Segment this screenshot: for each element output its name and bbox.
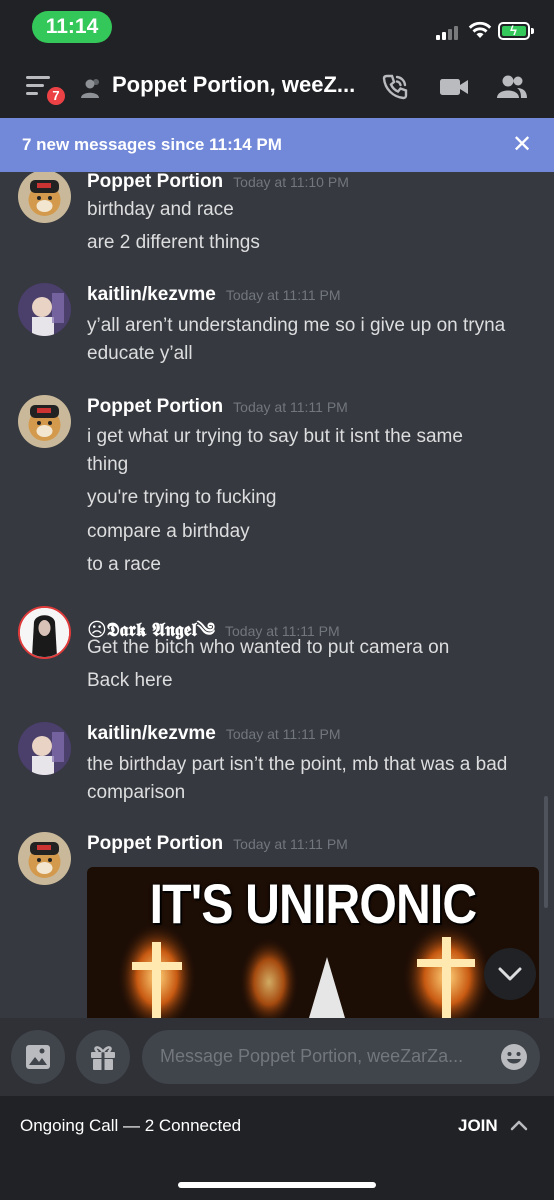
message-input-placeholder: Message Poppet Portion, weeZarZa... [160,1046,464,1066]
composer: Message Poppet Portion, weeZarZa... [0,1018,554,1096]
channel-header: 7 Poppet Portion, weeZ... [0,56,554,118]
video-call-icon[interactable] [438,72,470,102]
message-text: thing [87,454,129,475]
avatar[interactable] [18,395,71,448]
call-status: Ongoing Call — 2 Connected [20,1116,242,1135]
message-text: Get the bitch who wanted to put camera o… [87,637,450,658]
message-author[interactable]: Poppet Portion Today at 11:11 PM [87,833,348,855]
status-bar: 11:14 ϟ [0,0,554,56]
scrollbar[interactable] [544,796,548,908]
new-messages-text: 7 new messages since 11:14 PM [22,135,282,154]
message-list[interactable]: Poppet Portion Today at 11:10 PM birthday… [0,172,554,1018]
message-timestamp: Today at 11:11 PM [225,287,341,303]
join-call-button[interactable]: JOIN [458,1116,498,1136]
message-text: are 2 different things [87,232,260,253]
avatar[interactable] [18,832,71,885]
message-author[interactable]: Poppet Portion Today at 11:11 PM [87,396,348,418]
message-author[interactable]: kaitlin/kezvme Today at 11:11 PM [87,284,341,306]
cellular-signal-icon [436,24,462,40]
chevron-down-icon [498,967,522,981]
chevron-up-icon[interactable] [510,1118,528,1132]
message-timestamp: Today at 11:11 PM [233,399,348,415]
message-timestamp: Today at 11:11 PM [225,726,341,742]
avatar[interactable] [18,606,71,659]
message-author[interactable]: Poppet Portion Today at 11:10 PM [87,172,349,193]
message-text: to a race [87,554,161,575]
message-text: comparison [87,782,186,803]
avatar[interactable] [18,172,71,223]
image-caption: IT'S UNIRONIC [149,872,478,935]
close-icon[interactable]: ✕ [512,130,532,159]
gift-icon [91,1046,115,1070]
emoji-icon[interactable] [500,1043,528,1071]
channel-title: Poppet Portion, weeZ... [112,72,356,97]
message-text: you're trying to fucking [87,487,277,508]
message-timestamp: Today at 11:11 PM [233,836,348,852]
members-icon[interactable] [496,72,528,102]
unread-badge: 7 [44,84,68,108]
attach-image-button[interactable] [11,1030,65,1084]
message-input[interactable]: Message Poppet Portion, weeZarZa... [142,1030,540,1084]
image-icon [26,1045,50,1069]
message-text: y’all aren’t understanding me so i give … [87,315,506,336]
message-text: compare a birthday [87,521,250,542]
message-text: i get what ur trying to say but it isnt … [87,426,463,447]
gift-button[interactable] [76,1030,130,1084]
wifi-icon [468,21,492,38]
status-time: 11:14 [32,11,112,43]
message-text: educate y’all [87,343,193,364]
jump-to-bottom-button[interactable] [484,948,536,1000]
message-timestamp: Today at 11:10 PM [233,174,349,190]
voice-call-icon[interactable] [380,72,410,102]
message-author[interactable]: kaitlin/kezvme Today at 11:11 PM [87,723,341,745]
message-text: the birthday part isn’t the point, mb th… [87,754,508,775]
message-text: birthday and race [87,199,234,220]
avatar[interactable] [18,722,71,775]
avatar[interactable] [18,283,71,336]
message-image[interactable]: IT'S UNIRONIC [87,867,539,1018]
new-messages-bar[interactable]: 7 new messages since 11:14 PM ✕ [0,118,554,172]
home-indicator [178,1182,376,1188]
group-dm-icon [81,79,99,98]
message-text: Back here [87,670,173,691]
battery-icon: ϟ [498,22,534,40]
